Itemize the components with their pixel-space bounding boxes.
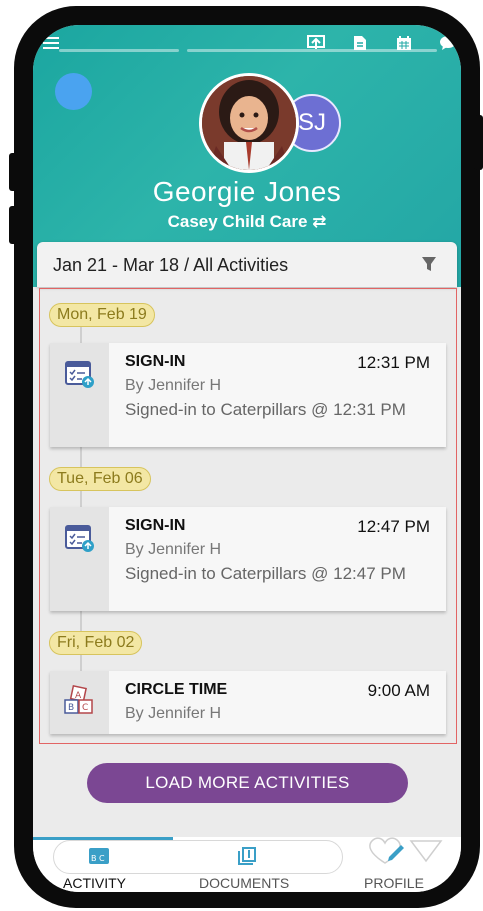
svg-text:B: B bbox=[68, 703, 74, 713]
app-screen: SJ Georgie Jones Casey Child Care ⇄ Jan … bbox=[33, 25, 461, 892]
document-icon[interactable] bbox=[353, 35, 367, 55]
activity-card[interactable]: SIGN-IN 12:47 PM By Jennifer H Signed-in… bbox=[50, 507, 446, 611]
activity-card[interactable]: SIGN-IN 12:31 PM By Jennifer H Signed-in… bbox=[50, 343, 446, 447]
activity-author: By Jennifer H bbox=[125, 377, 222, 394]
load-more-button[interactable]: LOAD MORE ACTIVITIES bbox=[87, 763, 408, 803]
abc-icon[interactable]: BC bbox=[88, 847, 110, 870]
child-avatar[interactable] bbox=[199, 73, 299, 173]
activity-time: 12:47 PM bbox=[357, 517, 430, 536]
date-label: Mon, Feb 19 bbox=[49, 303, 155, 327]
chat-icon[interactable] bbox=[439, 35, 457, 55]
activity-title: SIGN-IN bbox=[125, 517, 186, 534]
activity-title: SIGN-IN bbox=[125, 353, 186, 370]
date-label: Tue, Feb 06 bbox=[49, 467, 151, 491]
child-photo bbox=[202, 76, 296, 170]
activity-author: By Jennifer H bbox=[125, 541, 222, 558]
activity-card[interactable]: ABC CIRCLE TIME 9:00 AM By Jennifer H bbox=[50, 671, 446, 734]
status-dot bbox=[55, 73, 92, 110]
activity-title: CIRCLE TIME bbox=[125, 681, 228, 698]
activity-author: By Jennifer H bbox=[125, 705, 222, 722]
activity-description: Signed-in to Caterpillars @ 12:47 PM bbox=[125, 564, 406, 583]
tab-profile[interactable]: PROFILE bbox=[364, 875, 424, 891]
volume-down-button bbox=[9, 206, 17, 244]
activity-time: 12:31 PM bbox=[357, 353, 430, 372]
tab-documents[interactable]: DOCUMENTS bbox=[199, 875, 289, 891]
power-button bbox=[474, 115, 483, 170]
date-filter-bar[interactable]: Jan 21 - Mar 18 / All Activities bbox=[37, 242, 457, 287]
svg-text:C: C bbox=[99, 854, 105, 863]
volume-up-button bbox=[9, 153, 17, 191]
tab-activity[interactable]: ACTIVITY bbox=[63, 875, 126, 891]
activity-time: 9:00 AM bbox=[367, 681, 430, 700]
center-switch[interactable]: Casey Child Care ⇄ bbox=[33, 212, 461, 232]
share-icon[interactable] bbox=[307, 35, 325, 55]
date-label: Fri, Feb 02 bbox=[49, 631, 143, 655]
header-divider bbox=[59, 49, 179, 52]
svg-text:C: C bbox=[82, 703, 88, 713]
guardian-initials: SJ bbox=[297, 109, 326, 136]
filter-icon[interactable] bbox=[421, 256, 437, 277]
menu-icon[interactable] bbox=[43, 37, 59, 49]
calendar-icon[interactable] bbox=[396, 35, 412, 55]
filter-label: Jan 21 - Mar 18 / All Activities bbox=[53, 255, 289, 275]
sign-in-calendar-icon bbox=[63, 521, 95, 558]
bottom-tab-bar: BC ACTIVITY DOCUMENTS PROFILE bbox=[33, 837, 461, 892]
activity-description: Signed-in to Caterpillars @ 12:31 PM bbox=[125, 400, 406, 419]
sign-in-calendar-icon bbox=[63, 357, 95, 394]
child-name: Georgie Jones bbox=[152, 176, 342, 207]
abc-blocks-icon: ABC bbox=[63, 684, 95, 722]
svg-text:B: B bbox=[91, 854, 97, 863]
heart-pencil-icon[interactable] bbox=[367, 835, 443, 872]
activity-list: Mon, Feb 19 SIGN-IN 12:31 PM By Jennifer… bbox=[39, 288, 457, 744]
documents-icon[interactable] bbox=[237, 847, 257, 870]
